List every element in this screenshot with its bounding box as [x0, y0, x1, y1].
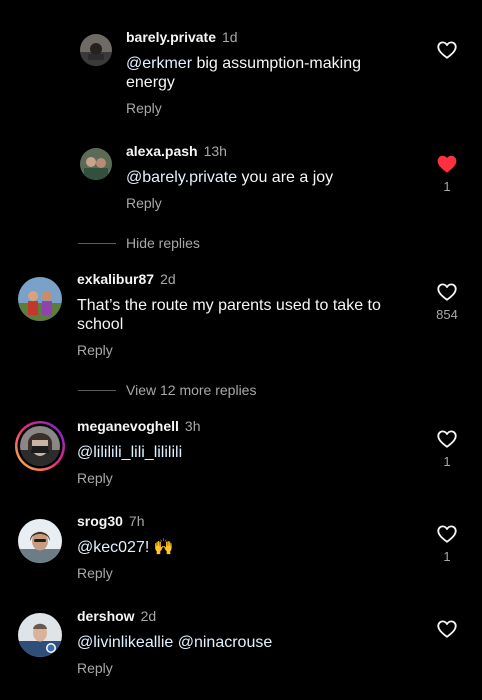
mention-link[interactable]: @barely.private: [126, 169, 237, 186]
comment-text-line: you are a joy: [237, 169, 334, 186]
username[interactable]: exkalibur87: [77, 271, 154, 287]
timestamp: 3h: [184, 418, 201, 434]
like-count: 1: [443, 549, 451, 564]
heart-filled-icon: [437, 155, 457, 173]
comment-text: @kec027! 🙌: [77, 538, 417, 557]
hide-replies-button[interactable]: Hide replies: [78, 233, 200, 253]
heart-outline-icon: [437, 525, 457, 543]
comment-text-line: big assumption-making: [192, 55, 361, 72]
reply-button[interactable]: Reply: [77, 565, 113, 581]
timestamp: 2d: [140, 608, 157, 624]
timestamp: 2d: [160, 271, 176, 287]
heart-outline-icon: [437, 41, 457, 59]
timestamp: 7h: [128, 513, 145, 529]
username[interactable]: dershow: [77, 608, 135, 624]
reply-button[interactable]: Reply: [126, 195, 162, 211]
comment-text: That’s the route my parents used to take…: [77, 296, 417, 334]
comment-meta: srog30 7h: [77, 513, 145, 529]
comment-text-line: energy: [126, 74, 175, 91]
view-more-replies-label: View 12 more replies: [126, 382, 257, 398]
comment-meta: dershow 2d: [77, 608, 156, 624]
like-button[interactable]: [436, 428, 458, 450]
comment-meta: alexa.pash 13h: [126, 143, 227, 159]
timestamp: 1d: [222, 29, 238, 45]
like-button[interactable]: [436, 153, 458, 175]
like-button[interactable]: [436, 618, 458, 640]
thread-divider: [78, 242, 116, 244]
emoji-raised-hands: 🙌: [153, 539, 174, 556]
username[interactable]: meganevoghell: [77, 418, 179, 434]
avatar[interactable]: [18, 277, 62, 321]
comment-text-line: school: [77, 316, 124, 333]
comment-text: @livinlikeallie @ninacrouse: [77, 633, 417, 652]
reply-button[interactable]: Reply: [77, 470, 113, 486]
username[interactable]: srog30: [77, 513, 123, 529]
like-button[interactable]: [436, 523, 458, 545]
reply-button[interactable]: Reply: [77, 660, 113, 676]
comment-text: @erkmer big assumption-making energy: [126, 54, 416, 92]
comment-text-line: That’s the route my parents used to take…: [77, 297, 381, 314]
like-count: 1: [443, 179, 451, 194]
like-button[interactable]: [436, 281, 458, 303]
heart-outline-icon: [437, 430, 457, 448]
like-count: 1: [443, 454, 451, 469]
heart-outline-icon: [437, 620, 457, 638]
avatar-story-ring[interactable]: [14, 420, 66, 472]
comment-meta: exkalibur87 2d: [77, 271, 176, 287]
mention-link[interactable]: @lililili_lili_lililili: [77, 444, 182, 461]
username[interactable]: barely.private: [126, 29, 216, 45]
mention-link[interactable]: @livinlikeallie: [77, 634, 173, 651]
view-more-replies-button[interactable]: View 12 more replies: [78, 380, 256, 400]
reply-button[interactable]: Reply: [77, 342, 113, 358]
mention-link[interactable]: @erkmer: [126, 55, 192, 72]
reply-button[interactable]: Reply: [126, 100, 162, 116]
comment-meta: barely.private 1d: [126, 29, 238, 45]
username[interactable]: alexa.pash: [126, 143, 198, 159]
avatar[interactable]: [18, 613, 62, 657]
like-button[interactable]: [436, 39, 458, 61]
avatar[interactable]: [80, 148, 112, 180]
avatar[interactable]: [18, 519, 62, 563]
hide-replies-label: Hide replies: [126, 235, 200, 251]
comment-meta: meganevoghell 3h: [77, 418, 201, 434]
timestamp: 13h: [203, 143, 227, 159]
comment-text: @lililili_lili_lililili: [77, 443, 417, 462]
like-count: 854: [436, 307, 458, 322]
heart-outline-icon: [437, 283, 457, 301]
avatar[interactable]: [80, 34, 112, 66]
comment-text: @barely.private you are a joy: [126, 168, 416, 187]
thread-divider: [78, 389, 116, 391]
mention-link[interactable]: @kec027!: [77, 539, 149, 556]
mention-link[interactable]: @ninacrouse: [178, 634, 273, 651]
